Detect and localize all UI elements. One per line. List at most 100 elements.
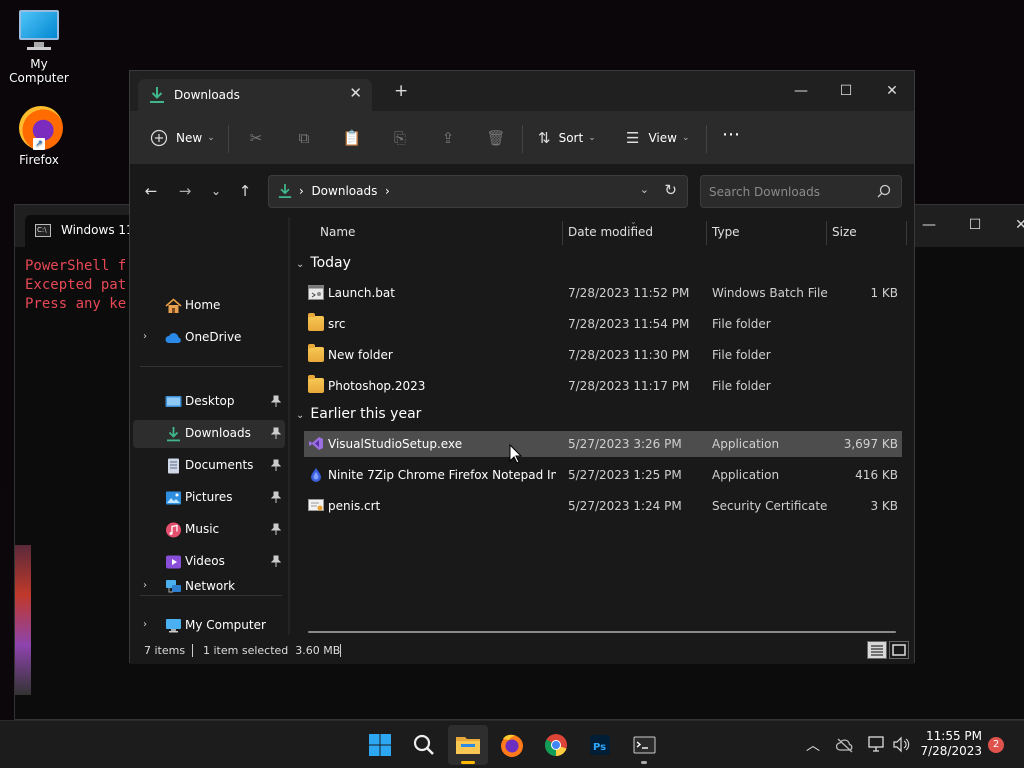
rename-icon[interactable]: ⎘ [389,127,411,149]
divider [340,644,341,657]
sidebar-item-pictures[interactable]: Pictures [133,484,285,512]
chevron-down-icon[interactable]: ⌄ [640,183,649,196]
pin-icon[interactable] [271,555,281,567]
tiles-view-toggle[interactable] [889,641,909,659]
search-box[interactable] [700,175,902,208]
horizontal-scrollbar[interactable] [308,631,896,633]
close-button[interactable]: ✕ [869,77,915,105]
new-tab-button[interactable]: + [394,83,408,100]
network-status-icon[interactable] [868,736,886,753]
sidebar-item-desktop[interactable]: Desktop [133,388,285,416]
sidebar-item-videos[interactable]: Videos [133,548,285,576]
pin-icon[interactable] [271,427,281,439]
plus-circle-icon [150,129,168,147]
cut-icon[interactable]: ✂ [245,127,267,149]
pin-icon[interactable] [271,491,281,503]
file-row[interactable]: Launch.bat 7/28/2023 11:52 PM Windows Ba… [304,280,902,306]
search-input[interactable] [701,176,901,207]
file-row[interactable]: Photoshop.2023 7/28/2023 11:17 PM File f… [304,373,902,399]
chevron-right-icon[interactable]: › [143,580,147,591]
explorer-tabbar[interactable]: Downloads ✕ + — ☐ ✕ [130,71,914,111]
taskbar-file-explorer[interactable] [448,725,488,765]
pin-icon[interactable] [271,459,281,471]
shortcut-arrow-icon: ↗ [33,138,45,150]
taskbar-firefox[interactable] [492,725,532,765]
taskbar-chrome[interactable] [536,725,576,765]
pin-icon[interactable] [271,523,281,535]
column-header-type[interactable]: Type [712,225,740,239]
column-divider[interactable] [706,221,707,245]
file-row[interactable]: src 7/28/2023 11:54 PM File folder [304,311,902,337]
column-divider[interactable] [906,221,907,245]
volume-icon[interactable] [892,736,910,753]
search-button[interactable] [404,725,444,765]
explorer-tab-downloads[interactable]: Downloads ✕ [138,79,372,111]
new-button[interactable]: New ⌄ [150,126,215,150]
folder-icon [308,313,324,331]
new-button-label: New [176,131,203,145]
chevron-right-icon[interactable]: › [143,331,147,342]
file-row[interactable]: New folder 7/28/2023 11:30 PM File folde… [304,342,902,368]
view-button[interactable]: ☰ View ⌄ [626,126,689,150]
column-header-name[interactable]: Name [320,225,355,239]
system-clock[interactable]: 11:55 PM 7/28/2023 [920,729,982,759]
desktop-icon-my-computer[interactable]: My Computer [0,10,79,85]
sidebar-item-music[interactable]: Music [133,516,285,544]
chevron-right-icon[interactable]: › [143,619,147,630]
sidebar-item-label: OneDrive [185,330,242,344]
show-hidden-icons-button[interactable]: ︿ [806,735,820,755]
delete-icon[interactable]: 🗑 [485,127,507,149]
file-size: 3 KB [870,499,898,513]
terminal-maximize-button[interactable]: ☐ [965,217,985,233]
sidebar-item-home[interactable]: Home [133,292,285,320]
recent-locations-button[interactable]: ⌄ [204,178,228,204]
details-view-toggle[interactable] [867,641,887,659]
refresh-icon[interactable]: ↻ [664,181,677,199]
svg-text:Ps: Ps [593,742,606,753]
column-header-size[interactable]: Size [832,225,857,239]
file-row[interactable]: penis.crt 5/27/2023 1:24 PM Security Cer… [304,493,902,519]
taskbar-terminal[interactable] [624,725,664,765]
up-button[interactable]: ↑ [233,178,257,204]
group-header-earlier-this-year[interactable]: ⌄ Earlier this year [296,406,421,422]
share-icon[interactable]: ⇪ [437,127,459,149]
start-button[interactable] [360,725,400,765]
folder-icon [308,375,324,393]
back-button[interactable]: ← [139,178,163,204]
taskbar-photoshop[interactable]: Ps [580,725,620,765]
notification-badge[interactable]: 2 [988,737,1004,753]
forward-button[interactable]: → [173,178,197,204]
clock-time: 11:55 PM [926,729,982,743]
copy-icon[interactable]: ⧉ [293,127,315,149]
paste-icon[interactable]: 📋 [341,127,363,149]
sort-icon: ⇅ [538,129,551,147]
more-options-icon[interactable]: ⋯ [720,124,742,146]
terminal-minimize-button[interactable]: — [919,217,939,233]
terminal-tab[interactable]: C:\ Windows 11 I [25,215,137,247]
group-header-today[interactable]: ⌄ Today [296,255,351,271]
tab-close-icon[interactable]: ✕ [349,84,362,102]
divider [522,125,523,153]
music-icon [166,522,181,538]
sort-button[interactable]: ⇅ Sort ⌄ [538,126,596,150]
terminal-icon: C:\ [35,224,51,237]
terminal-close-button[interactable]: ✕ [1011,217,1024,233]
address-bar[interactable]: › Downloads › ⌄ ↻ [268,175,688,208]
desktop-icon-firefox[interactable]: ↗ Firefox [0,106,79,167]
sidebar-item-onedrive[interactable]: › OneDrive [133,324,285,352]
breadcrumb-item[interactable]: Downloads [311,184,377,198]
onedrive-offline-icon[interactable] [836,737,854,753]
column-divider[interactable] [562,221,563,245]
sidebar-item-downloads[interactable]: Downloads [133,420,285,448]
sidebar-item-network[interactable]: › Network [133,573,285,601]
sidebar-item-documents[interactable]: Documents [133,452,285,480]
file-row[interactable]: Ninite 7Zip Chrome Firefox Notepad Inst.… [304,462,902,488]
breadcrumb[interactable]: › Downloads › [299,184,390,198]
column-header-date[interactable]: Date modified [568,225,653,239]
minimize-button[interactable]: — [778,77,824,105]
file-explorer-window[interactable]: Downloads ✕ + — ☐ ✕ New ⌄ ✂ ⧉ 📋 ⎘ ⇪ 🗑 ⇅ S… [129,70,915,664]
column-divider[interactable] [826,221,827,245]
file-row-selected[interactable]: VisualStudioSetup.exe 5/27/2023 3:26 PM … [304,431,902,457]
maximize-button[interactable]: ☐ [823,77,869,105]
pin-icon[interactable] [271,395,281,407]
